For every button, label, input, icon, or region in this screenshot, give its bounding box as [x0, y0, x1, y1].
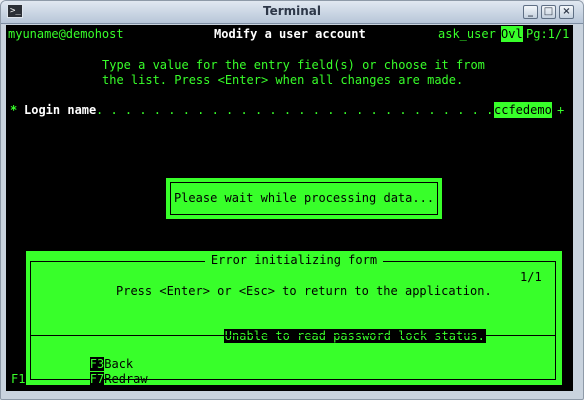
error-dialog-title-wrap: Error initializing form — [26, 253, 562, 267]
login-name-field[interactable]: ccfedemo — [494, 102, 552, 118]
login-name-dots: . . . . . . . . . . . . . . . . . . . . … — [96, 103, 537, 117]
error-dialog-title: Error initializing form — [204, 253, 384, 267]
error-message: Unable to read password lock status. — [223, 329, 486, 343]
instruction-line-2: the list. Press <Enter> when all changes… — [102, 73, 464, 87]
command-name: ask_user — [438, 27, 496, 41]
f7-redraw-action[interactable]: F7Redraw — [32, 355, 148, 399]
window-title: Terminal — [262, 4, 322, 18]
more-values-marker: + — [557, 103, 565, 117]
wait-dialog: Please wait while processing data... — [166, 178, 442, 219]
f7-label: Redraw — [104, 372, 148, 386]
maximize-button[interactable]: □ — [541, 5, 556, 19]
f7-key: F7 — [89, 372, 105, 386]
error-dialog-separator — [30, 335, 556, 336]
window-titlebar[interactable]: >_ Terminal _ □ × — [1, 1, 583, 24]
terminal-window: >_ Terminal _ □ × myuname@demohost Modif… — [0, 0, 584, 400]
error-page-indicator: 1/1 — [520, 270, 542, 284]
login-name-label: Login name — [24, 103, 97, 117]
close-button[interactable]: × — [559, 5, 574, 19]
wait-message: Please wait while processing data... — [170, 182, 438, 215]
screen-title: Modify a user account — [214, 27, 366, 41]
required-marker: * — [10, 103, 18, 117]
terminal-scrollbar[interactable] — [573, 25, 577, 391]
minimize-button[interactable]: _ — [523, 5, 538, 19]
page-indicator: Pg:1/1 — [526, 27, 570, 41]
terminal-screen[interactable]: myuname@demohost Modify a user account a… — [6, 25, 575, 391]
user-host: myuname@demohost — [8, 27, 124, 41]
error-instruction: Press <Enter> or <Esc> to return to the … — [116, 284, 492, 298]
instruction-line-1: Type a value for the entry field(s) or c… — [102, 58, 485, 72]
footer-f1-key[interactable]: F1 — [11, 371, 25, 387]
error-dialog[interactable]: Error initializing form 1/1 Press <Enter… — [26, 251, 562, 386]
overlay-mode-badge: Ovl — [501, 26, 523, 42]
